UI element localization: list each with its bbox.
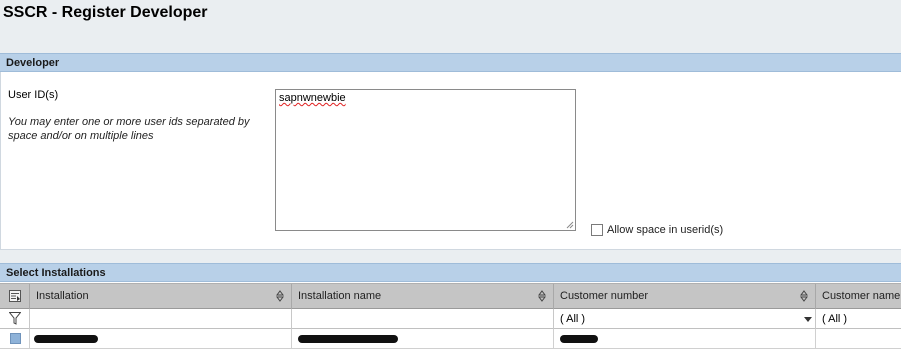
resize-grip-icon[interactable] — [565, 220, 574, 229]
filter-value: ( All ) — [822, 313, 848, 325]
column-label: Customer number — [560, 290, 649, 302]
row-select-marker[interactable] — [10, 333, 21, 344]
column-label: Customer name — [822, 290, 901, 302]
table-header: Installation Installation name Customer … — [0, 283, 901, 309]
table-settings-icon[interactable] — [9, 290, 21, 302]
table-row[interactable] — [0, 329, 901, 349]
installations-section-header: Select Installations — [0, 263, 901, 282]
filter-icon[interactable] — [9, 312, 21, 325]
column-header-installation-name[interactable]: Installation name — [292, 284, 554, 309]
installations-section-title: Select Installations — [6, 267, 106, 279]
cell-customer-number — [554, 329, 816, 349]
column-label: Installation — [36, 290, 89, 302]
column-header-installation[interactable]: Installation — [30, 284, 292, 309]
filter-installation-name[interactable] — [292, 309, 554, 329]
filter-icon-cell[interactable] — [0, 309, 30, 329]
row-selector[interactable] — [0, 329, 30, 349]
filter-customer-number-dropdown[interactable]: ( All ) — [554, 309, 816, 329]
installations-table: Installation Installation name Customer … — [0, 283, 901, 352]
cell-customer-name — [816, 329, 901, 349]
developer-section-title: Developer — [6, 57, 60, 69]
spacer — [0, 250, 901, 263]
userid-value: sapnwnewbie — [279, 92, 346, 104]
redacted-value — [298, 335, 398, 343]
column-header-customer-name[interactable]: Customer name — [816, 284, 901, 309]
sort-icon[interactable] — [800, 290, 808, 302]
userid-textarea[interactable]: sapnwnewbie — [275, 89, 576, 231]
sort-icon[interactable] — [538, 290, 546, 302]
sort-icon[interactable] — [276, 290, 284, 302]
filter-row: ( All ) ( All ) — [0, 309, 901, 329]
allow-space-option[interactable]: Allow space in userid(s) — [591, 223, 723, 237]
column-label: Installation name — [298, 290, 382, 302]
filter-customer-name-dropdown[interactable]: ( All ) — [816, 309, 901, 329]
column-settings-cell[interactable] — [0, 284, 30, 309]
allow-space-label: Allow space in userid(s) — [607, 224, 724, 236]
filter-value: ( All ) — [560, 313, 586, 325]
page-title: SSCR - Register Developer — [3, 4, 208, 21]
developer-section-header: Developer — [0, 53, 901, 72]
userid-help-text: You may enter one or more user ids separ… — [8, 116, 250, 142]
redacted-value — [34, 335, 98, 343]
chevron-down-icon[interactable] — [804, 317, 812, 322]
spacer — [0, 44, 901, 53]
cell-installation-name — [292, 329, 554, 349]
developer-panel: User ID(s) You may enter one or more use… — [0, 72, 901, 250]
allow-space-checkbox[interactable] — [591, 224, 603, 236]
column-header-customer-number[interactable]: Customer number — [554, 284, 816, 309]
filter-installation[interactable] — [30, 309, 292, 329]
cell-installation — [30, 329, 292, 349]
redacted-value — [560, 335, 598, 343]
title-bar: SSCR - Register Developer — [0, 0, 901, 44]
userid-label: User ID(s) — [8, 89, 59, 101]
